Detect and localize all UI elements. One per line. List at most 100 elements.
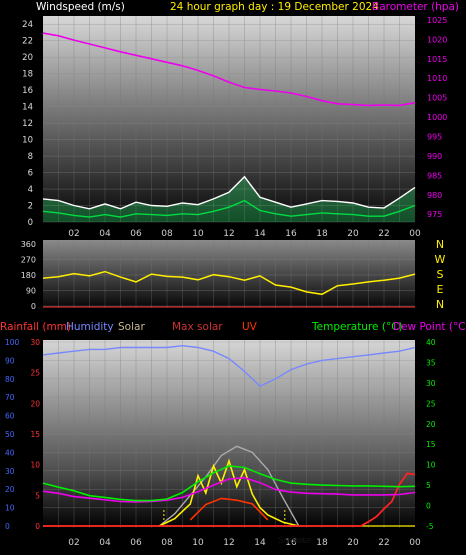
- humidity-tick: 0: [5, 522, 10, 531]
- wind-panel-hour-labels: 02 04 06 08 10 12 14 16 18 20 22 00: [68, 229, 421, 239]
- direction-tick-labels: 0 90 180 270 360: [21, 240, 36, 311]
- hour-label-18: 18: [316, 229, 328, 239]
- hour-label-06: 06: [130, 229, 142, 239]
- temperature-tick: 30: [426, 379, 436, 388]
- direction-tick: 360: [21, 240, 36, 249]
- temperature-tick: 25: [426, 399, 436, 408]
- rainfall-tick: 20: [30, 399, 40, 408]
- barometer-tick: 985: [427, 171, 442, 180]
- humidity-tick: 90: [5, 356, 15, 365]
- humidity-tick: 70: [5, 393, 15, 402]
- barometer-tick: 1010: [427, 74, 447, 83]
- direction-tick: 270: [21, 256, 36, 265]
- compass-letter: S: [437, 268, 444, 281]
- chart-title: 24 hour graph day : 19 December 2024: [170, 1, 379, 13]
- windspeed-tick: 2: [28, 202, 33, 212]
- hour-label-12: 12: [223, 229, 234, 239]
- legend-dew-point: Dew Point (°C): [393, 321, 466, 333]
- rainfall-tick: 0: [35, 522, 40, 531]
- hour-label-bottom-08: 08: [161, 538, 173, 548]
- barometer-tick: 980: [427, 191, 442, 200]
- legend-humidity: Humidity: [66, 321, 114, 333]
- legend-rainfall: Rainfall (mm): [0, 321, 71, 333]
- weather-graph: Windspeed (m/s) 24 hour graph day : 19 D…: [0, 1, 466, 548]
- hour-label-00: 00: [409, 229, 421, 239]
- direction-tick: 0: [31, 302, 36, 311]
- legend-solar: Solar: [118, 321, 145, 333]
- hour-label-bottom-02: 02: [68, 538, 79, 548]
- hour-label-16: 16: [285, 229, 297, 239]
- legend-max-solar: Max solar: [172, 321, 223, 333]
- barometer-tick: 995: [427, 132, 442, 141]
- compass-letter: N: [436, 238, 444, 251]
- humidity-tick: 40: [5, 448, 15, 457]
- hour-label-bottom-18: 18: [316, 538, 328, 548]
- hour-label-02: 02: [68, 229, 79, 239]
- hour-label-bottom-06: 06: [130, 538, 142, 548]
- barometer-tick: 1015: [427, 55, 447, 64]
- humidity-tick: 100: [5, 338, 20, 347]
- compass-labels: NWSEN: [435, 238, 446, 311]
- windspeed-axis-title: Windspeed (m/s): [36, 1, 125, 13]
- temperature-tick: 20: [426, 420, 436, 429]
- hour-label-bottom-22: 22: [378, 538, 389, 548]
- temperature-tick: 40: [426, 338, 436, 347]
- temperature-tick: -5: [426, 522, 434, 531]
- windspeed-tick: 8: [28, 152, 33, 162]
- temperature-tick: 15: [426, 440, 436, 449]
- rainfall-tick: 25: [30, 369, 40, 378]
- compass-letter: N: [436, 298, 444, 311]
- barometer-tick: 1020: [427, 35, 447, 44]
- humidity-tick: 30: [5, 467, 15, 476]
- temperature-tick-labels: -5 0 5 10 15 20 25 30 35 40: [426, 338, 436, 531]
- sunset-marker-label: Set: [291, 536, 306, 546]
- bottom-panel-hour-labels: 02 04 06 08 10 12 14 16 18 20 22 00: [68, 538, 421, 548]
- windspeed-tick: 22: [22, 37, 33, 47]
- windspeed-tick: 0: [28, 218, 33, 228]
- rainfall-tick-labels: 0 5 10 15 20 25 30: [30, 338, 40, 531]
- legend-uv: UV: [242, 321, 258, 333]
- humidity-tick: 60: [5, 412, 15, 421]
- hour-label-bottom-14: 14: [254, 538, 266, 548]
- hour-label-bottom-20: 20: [347, 538, 359, 548]
- windspeed-tick: 12: [22, 119, 33, 129]
- humidity-tick: 50: [5, 430, 15, 439]
- barometer-tick: 1005: [427, 94, 447, 103]
- humidity-tick: 20: [5, 485, 15, 494]
- windspeed-tick: 6: [28, 169, 33, 179]
- temperature-tick: 35: [426, 358, 436, 367]
- windspeed-tick: 14: [22, 103, 33, 113]
- barometer-tick-labels: 975 980 985 990 995 1000 1005 1010 1015 1020 1025: [427, 16, 447, 219]
- windspeed-tick: 4: [28, 185, 33, 195]
- windspeed-tick: 16: [22, 86, 33, 96]
- hour-label-10: 10: [192, 229, 204, 239]
- windspeed-tick: 24: [22, 20, 33, 30]
- temperature-tick: 10: [426, 461, 436, 470]
- windspeed-tick-labels: 024681012141618202224: [22, 20, 33, 228]
- barometer-tick: 1000: [427, 113, 447, 122]
- hour-label-bottom-00: 00: [409, 538, 421, 548]
- compass-letter: E: [437, 283, 444, 296]
- humidity-tick: 80: [5, 375, 15, 384]
- windspeed-tick: 18: [22, 70, 33, 80]
- barometer-axis-title: Barometer (hpa): [372, 1, 459, 13]
- rainfall-tick: 30: [30, 338, 40, 347]
- windspeed-tick: 10: [22, 136, 33, 146]
- temperature-tick: 0: [426, 502, 431, 511]
- compass-letter: W: [435, 253, 446, 266]
- rainfall-tick: 10: [30, 461, 40, 470]
- hour-label-bottom-04: 04: [99, 538, 111, 548]
- direction-tick: 180: [21, 271, 36, 280]
- wind-barometer-panel: 024681012141618202224 975980985990995100…: [22, 16, 447, 239]
- wind-direction-panel: 090180270360 NWSEN: [21, 238, 446, 311]
- rainfall-tick: 15: [30, 430, 40, 439]
- direction-tick: 90: [26, 287, 36, 296]
- humidity-tick-labels: 0 10 20 30 40 50 60 70 80 90 100: [5, 338, 20, 531]
- hour-label-04: 04: [99, 229, 111, 239]
- temperature-humidity-panel: 0 10 20 30 40 50 60 70 80 90 100 0 5 10 15 20 25 30 -5 0 5…: [5, 338, 436, 548]
- rainfall-tick: 5: [35, 491, 40, 500]
- hour-label-08: 08: [161, 229, 173, 239]
- legend-temperature: Temperature (°C): [311, 321, 403, 333]
- hour-label-bottom-12: 12: [223, 538, 234, 548]
- windspeed-tick: 20: [22, 53, 33, 63]
